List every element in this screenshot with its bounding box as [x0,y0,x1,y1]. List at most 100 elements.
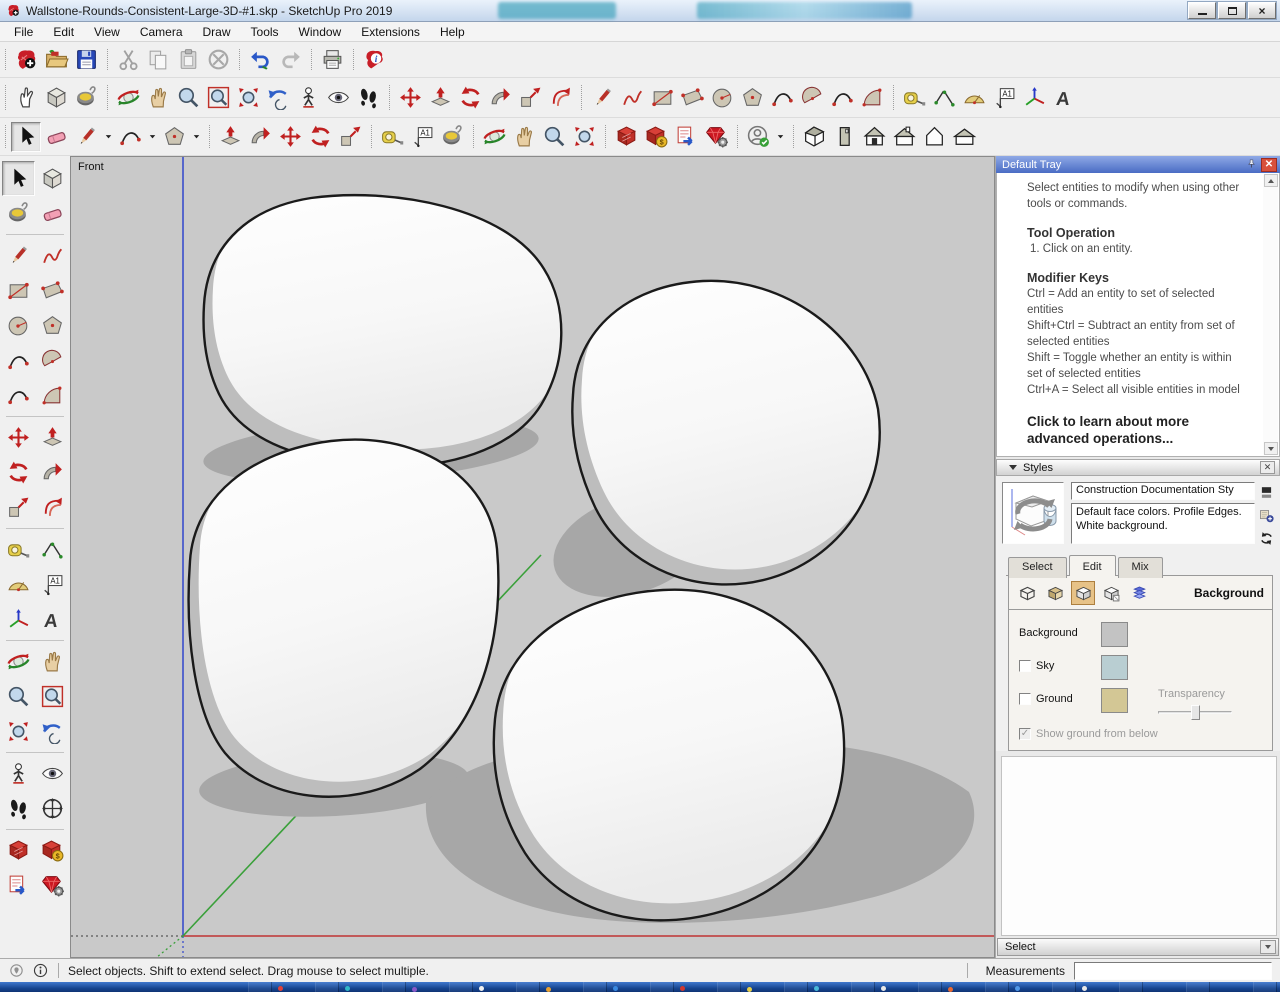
styles-panel-header[interactable]: Styles ✕ [996,459,1280,476]
menu-view[interactable]: View [84,23,130,41]
stone-bottom-left[interactable] [187,425,509,798]
orbit-button[interactable] [113,83,143,113]
model-viewport[interactable]: Front [70,156,995,958]
windows-taskbar[interactable] [0,982,1280,992]
zoom-button[interactable] [173,83,203,113]
taskbar-buttons[interactable] [248,982,1280,992]
scale-button[interactable] [2,490,35,525]
paint-bucket-button[interactable] [437,122,467,152]
views-iso-button[interactable] [799,122,829,152]
3d-text-button[interactable] [1049,83,1079,113]
dimension-button[interactable] [36,532,69,567]
paint-bucket-button[interactable] [2,196,35,231]
tape-measure-button[interactable] [2,532,35,567]
arc-3pt-button[interactable] [2,378,35,413]
position-camera-button[interactable] [2,756,35,791]
zoom-button[interactable] [539,122,569,152]
transparency-slider[interactable] [1158,705,1232,720]
walk-button[interactable] [353,83,383,113]
minimize-button[interactable] [1187,1,1217,20]
account-button[interactable] [743,122,773,152]
follow-me-button[interactable] [36,455,69,490]
arc-filled-button[interactable] [36,378,69,413]
extension-manager-button[interactable] [701,122,731,152]
menu-extensions[interactable]: Extensions [351,23,430,41]
redo-button[interactable] [275,45,305,75]
protractor-button[interactable] [2,567,35,602]
previous-view-button[interactable] [263,83,293,113]
zoom-window-button[interactable] [36,679,69,714]
extension-warehouse-button[interactable] [36,833,69,868]
learn-more-link[interactable]: Click to learn about more advanced opera… [1027,413,1249,447]
modeling-settings-button[interactable] [1127,581,1151,605]
line-button[interactable] [71,122,101,152]
polygon-button[interactable] [737,83,767,113]
rotate-button[interactable] [455,83,485,113]
model-info-button[interactable] [359,45,389,75]
text-button[interactable] [989,83,1019,113]
ground-checkbox[interactable] [1019,693,1031,705]
polygon-button[interactable] [159,122,189,152]
tab-select[interactable]: Select [1008,557,1067,578]
slider-handle[interactable] [1191,705,1200,720]
scale-button[interactable] [515,83,545,113]
pan-button[interactable] [509,122,539,152]
position-camera-button[interactable] [293,83,323,113]
stone-top-left[interactable] [202,178,571,468]
text-button[interactable] [36,567,69,602]
expand-panel-button[interactable] [1260,940,1276,954]
circle-button[interactable] [2,308,35,343]
text-button[interactable] [407,122,437,152]
move-button[interactable] [275,122,305,152]
geolocation-icon[interactable] [8,962,25,979]
eraser-button[interactable] [36,196,69,231]
views-top-button[interactable] [829,122,859,152]
tray-pin-button[interactable] [1243,158,1259,172]
polygon-button[interactable] [36,308,69,343]
extension-warehouse-button[interactable] [641,122,671,152]
tape-measure-button[interactable] [899,83,929,113]
tray-close-button[interactable]: ✕ [1261,157,1277,172]
make-component-button[interactable] [41,83,71,113]
arc-2pt-button[interactable] [115,122,145,152]
arc-2pt-dropdown-button[interactable] [145,122,159,152]
look-around-button[interactable] [36,756,69,791]
look-around-button[interactable] [323,83,353,113]
axes-button[interactable] [1019,83,1049,113]
follow-me-button[interactable] [485,83,515,113]
undo-button[interactable] [245,45,275,75]
tab-mix[interactable]: Mix [1117,557,1163,578]
ground-swatch[interactable] [1101,688,1128,713]
menu-help[interactable]: Help [430,23,475,41]
offset-button[interactable] [545,83,575,113]
push-pull-button[interactable] [36,420,69,455]
credits-info-icon[interactable] [32,962,49,979]
menu-file[interactable]: File [4,23,43,41]
create-style-button[interactable] [1257,506,1275,524]
account-dropdown-button[interactable] [773,122,787,152]
tab-edit[interactable]: Edit [1068,555,1116,576]
pointer-hand-button[interactable] [11,83,41,113]
menu-camera[interactable]: Camera [130,23,193,41]
background-swatch[interactable] [1101,622,1128,647]
rotate-button[interactable] [2,455,35,490]
close-button[interactable]: × [1247,1,1277,20]
walk-button[interactable] [2,791,35,826]
secondary-pane-button[interactable] [1257,483,1275,501]
follow-me-button[interactable] [245,122,275,152]
arc-2pt-button[interactable] [767,83,797,113]
collapsed-select-panel[interactable]: Select [997,938,1279,956]
3d-warehouse-button[interactable] [611,122,641,152]
pan-button[interactable] [36,644,69,679]
push-pull-button[interactable] [215,122,245,152]
instructor-scrollbar[interactable] [1263,174,1278,455]
freehand-button[interactable] [36,238,69,273]
zoom-extents-button[interactable] [569,122,599,152]
line-dropdown-button[interactable] [101,122,115,152]
style-thumbnail[interactable] [1002,482,1064,544]
copy-button[interactable] [143,45,173,75]
move-button[interactable] [395,83,425,113]
rectangle-button[interactable] [2,273,35,308]
views-front-button[interactable] [859,122,889,152]
select-button[interactable] [1,161,35,196]
